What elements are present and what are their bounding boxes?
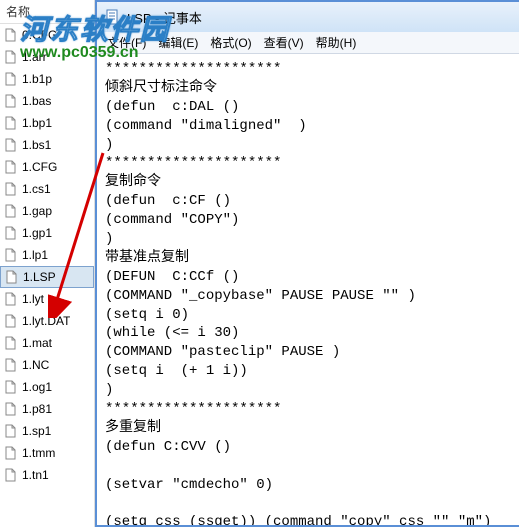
file-item[interactable]: 1.sp1	[0, 420, 94, 442]
file-name-label: 1.mat	[22, 336, 52, 350]
column-name[interactable]: 名称	[0, 0, 36, 23]
file-icon	[4, 72, 18, 86]
file-icon	[5, 270, 19, 284]
file-name-label: 1.CFG	[22, 160, 57, 174]
menu-help[interactable]: 帮助(H)	[310, 32, 363, 53]
file-name-label: 1.gp1	[22, 226, 52, 240]
file-name-label: 1.lp1	[22, 248, 48, 262]
file-name-label: 1.bp1	[22, 116, 52, 130]
file-icon	[4, 248, 18, 262]
file-item[interactable]: 1.gp1	[0, 222, 94, 244]
notepad-menubar: 文件(F) 编辑(E) 格式(O) 查看(V) 帮助(H)	[97, 32, 519, 54]
file-item[interactable]: 0.CFG	[0, 24, 94, 46]
file-icon	[4, 314, 18, 328]
file-item[interactable]: 1.og1	[0, 376, 94, 398]
file-name-label: 1.tn1	[22, 468, 49, 482]
file-icon	[4, 138, 18, 152]
file-item[interactable]: 1.tmm	[0, 442, 94, 464]
file-item[interactable]: 1.bp1	[0, 112, 94, 134]
file-name-label: 1.sp1	[22, 424, 51, 438]
notepad-app-icon	[105, 9, 121, 25]
file-item[interactable]: 1.CFG	[0, 156, 94, 178]
file-name-label: 1.b1p	[22, 72, 52, 86]
file-name-label: 1.cs1	[22, 182, 51, 196]
file-name-label: 1.p81	[22, 402, 52, 416]
file-icon	[4, 50, 18, 64]
file-icon	[4, 424, 18, 438]
file-item[interactable]: 1.gap	[0, 200, 94, 222]
menu-edit[interactable]: 编辑(E)	[152, 32, 204, 53]
file-item[interactable]: 1.cs1	[0, 178, 94, 200]
notepad-titlebar[interactable]: LSP - 记事本	[97, 2, 519, 32]
file-name-label: 1.bs1	[22, 138, 51, 152]
file-name-label: 1.LSP	[23, 270, 56, 284]
file-icon	[4, 160, 18, 174]
file-name-label: 1.lyt	[22, 292, 44, 306]
file-item[interactable]: 1.bs1	[0, 134, 94, 156]
file-icon	[4, 468, 18, 482]
file-item[interactable]: 1.p81	[0, 398, 94, 420]
file-explorer-pane: 名称 0.CFG 1.arr 1.b1p 1.bas 1.bp1 1.bs1 1.CFG 1.…	[0, 0, 95, 527]
file-item[interactable]: 1.lyt	[0, 288, 94, 310]
menu-file[interactable]: 文件(F)	[101, 32, 152, 53]
file-item[interactable]: 1.NC	[0, 354, 94, 376]
file-name-label: 0.CFG	[22, 28, 57, 42]
file-item[interactable]: 1.tn1	[0, 464, 94, 486]
file-icon	[4, 28, 18, 42]
file-icon	[4, 226, 18, 240]
file-name-label: 1.lyt.DAT	[22, 314, 70, 328]
file-icon	[4, 116, 18, 130]
file-item[interactable]: 1.b1p	[0, 68, 94, 90]
file-icon	[4, 204, 18, 218]
file-name-label: 1.tmm	[22, 446, 55, 460]
file-icon	[4, 358, 18, 372]
file-name-label: 1.NC	[22, 358, 49, 372]
file-icon	[4, 94, 18, 108]
explorer-column-header[interactable]: 名称	[0, 0, 94, 24]
notepad-window: LSP - 记事本 文件(F) 编辑(E) 格式(O) 查看(V) 帮助(H) …	[95, 0, 519, 527]
file-name-label: 1.bas	[22, 94, 51, 108]
menu-view[interactable]: 查看(V)	[258, 32, 310, 53]
file-item[interactable]: 1.bas	[0, 90, 94, 112]
menu-format[interactable]: 格式(O)	[204, 32, 257, 53]
file-name-label: 1.gap	[22, 204, 52, 218]
file-icon	[4, 402, 18, 416]
file-item[interactable]: 1.mat	[0, 332, 94, 354]
file-icon	[4, 446, 18, 460]
file-list: 0.CFG 1.arr 1.b1p 1.bas 1.bp1 1.bs1 1.CFG 1.cs1…	[0, 24, 94, 486]
notepad-text-content[interactable]: ********************* 倾斜尺寸标注命令 (defun c:…	[97, 54, 519, 525]
file-icon	[4, 182, 18, 196]
file-item[interactable]: 1.arr	[0, 46, 94, 68]
file-item[interactable]: 1.LSP	[0, 266, 94, 288]
file-icon	[4, 292, 18, 306]
file-name-label: 1.arr	[22, 50, 47, 64]
file-item[interactable]: 1.lyt.DAT	[0, 310, 94, 332]
notepad-title-text: LSP - 记事本	[127, 8, 202, 27]
file-item[interactable]: 1.lp1	[0, 244, 94, 266]
file-icon	[4, 336, 18, 350]
file-name-label: 1.og1	[22, 380, 52, 394]
file-icon	[4, 380, 18, 394]
